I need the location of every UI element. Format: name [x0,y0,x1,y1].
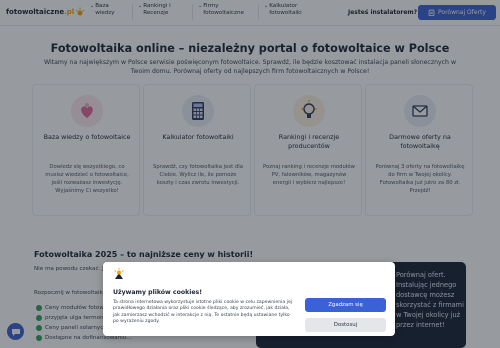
sun-icon [114,268,124,279]
cookie-dialog-title: Używamy plików cookies! [113,289,203,296]
customize-cookies-button[interactable]: Dostosuj [305,318,386,332]
accept-cookies-button[interactable]: Zgadzam się [305,298,386,312]
cookie-dialog-text: Ta strona internetowa wykorzystuje istot… [113,300,293,325]
cookie-consent-dialog: Używamy plików cookies! Ta strona intern… [103,262,395,336]
